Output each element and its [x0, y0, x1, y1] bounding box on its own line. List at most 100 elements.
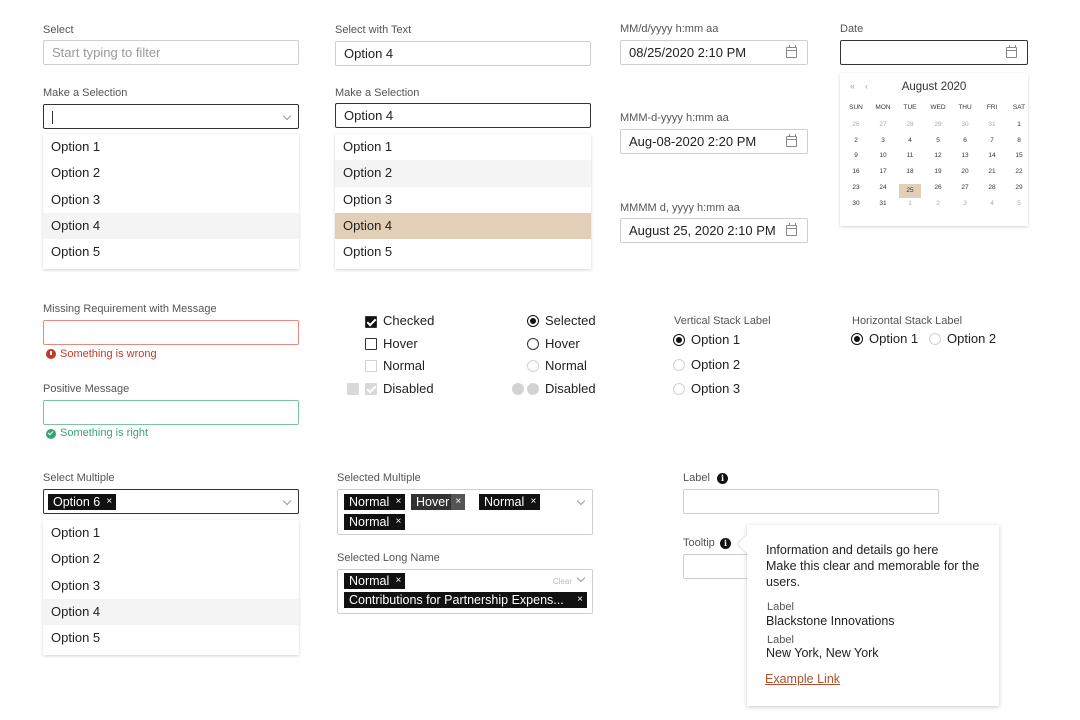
calendar-day[interactable]: 31: [981, 121, 1003, 128]
calendar-day[interactable]: 28: [981, 184, 1003, 191]
calendar-day[interactable]: 14: [981, 152, 1003, 159]
example-link[interactable]: Example Link: [765, 672, 840, 686]
calendar-day[interactable]: 17: [872, 168, 894, 175]
calendar-day-selected[interactable]: 25: [899, 183, 921, 198]
info-icon[interactable]: i: [720, 538, 731, 549]
calendar-day[interactable]: 13: [954, 152, 976, 159]
calendar-day[interactable]: 30: [954, 121, 976, 128]
calendar-day[interactable]: 20: [954, 168, 976, 175]
checkbox-checked[interactable]: [365, 316, 377, 328]
calendar-day[interactable]: 15: [1008, 152, 1030, 159]
chevron-down-icon[interactable]: [282, 496, 292, 506]
menu-option[interactable]: Option 1: [43, 520, 299, 546]
calendar-day[interactable]: 12: [927, 152, 949, 159]
calendar-day[interactable]: 4: [981, 200, 1003, 207]
calendar-day[interactable]: 24: [872, 184, 894, 191]
datetime-3-input[interactable]: August 25, 2020 2:10 PM: [620, 218, 808, 243]
radio-vertical-2[interactable]: [673, 359, 685, 371]
checkbox-normal[interactable]: [365, 360, 377, 372]
positive-input[interactable]: [43, 400, 299, 425]
tooltip-field-input[interactable]: [683, 554, 753, 579]
date-input[interactable]: [840, 40, 1028, 65]
calendar-icon[interactable]: [1006, 45, 1017, 58]
calendar-day[interactable]: 26: [927, 184, 949, 191]
calendar-day[interactable]: 31: [872, 200, 894, 207]
chevron-down-icon[interactable]: [576, 573, 586, 583]
calendar-day[interactable]: 16: [845, 168, 867, 175]
calendar-day[interactable]: 18: [899, 168, 921, 175]
calendar-day[interactable]: 21: [981, 168, 1003, 175]
radio-normal[interactable]: [527, 360, 539, 372]
calendar-day[interactable]: 28: [899, 121, 921, 128]
select-input[interactable]: Start typing to filter: [43, 40, 299, 65]
calendar-day[interactable]: 3: [872, 137, 894, 144]
calendar-day[interactable]: 8: [1008, 137, 1030, 144]
chip-long[interactable]: Contributions for Partnership Expens... ×: [344, 592, 587, 608]
calendar-day[interactable]: 26: [845, 121, 867, 128]
radio-horizontal-1[interactable]: [851, 333, 863, 345]
menu-option[interactable]: Option 1: [335, 134, 591, 160]
calendar-day[interactable]: 27: [872, 121, 894, 128]
calendar-day[interactable]: 2: [927, 200, 949, 207]
close-icon[interactable]: ×: [395, 494, 401, 510]
close-icon[interactable]: ×: [395, 573, 401, 589]
chip[interactable]: Normal ×: [344, 494, 406, 510]
calendar-day[interactable]: 9: [845, 152, 867, 159]
calendar-day[interactable]: 22: [1008, 168, 1030, 175]
chevron-down-icon[interactable]: [282, 111, 292, 121]
chevron-down-icon[interactable]: [576, 496, 586, 506]
radio-selected[interactable]: [527, 315, 539, 327]
calendar-day[interactable]: 7: [981, 137, 1003, 144]
calendar-day[interactable]: 4: [899, 137, 921, 144]
calendar-day[interactable]: 27: [954, 184, 976, 191]
calendar-day[interactable]: 19: [927, 168, 949, 175]
missing-input[interactable]: [43, 320, 299, 345]
close-icon[interactable]: ×: [395, 514, 401, 530]
menu-option[interactable]: Option 5: [43, 239, 299, 265]
clear-button[interactable]: Clear: [553, 570, 572, 593]
menu-option[interactable]: Option 4: [43, 598, 299, 626]
menu-option[interactable]: Option 2: [43, 546, 299, 572]
chip[interactable]: Normal ×: [479, 494, 541, 510]
info-icon[interactable]: i: [717, 473, 728, 484]
calendar-day[interactable]: 29: [1008, 184, 1030, 191]
calendar-icon[interactable]: [786, 45, 797, 58]
calendar-day[interactable]: 5: [927, 137, 949, 144]
calendar-icon[interactable]: [786, 134, 797, 147]
calendar-day[interactable]: 6: [954, 137, 976, 144]
menu-option[interactable]: Option 1: [43, 134, 299, 160]
datetime-2-input[interactable]: Aug-08-2020 2:20 PM: [620, 129, 808, 154]
menu-option[interactable]: Option 2: [43, 160, 299, 186]
datetime-1-input[interactable]: 08/25/2020 2:10 PM: [620, 40, 808, 65]
calendar-day[interactable]: 3: [954, 200, 976, 207]
calendar-day[interactable]: 10: [872, 152, 894, 159]
make-selection-input[interactable]: [43, 104, 299, 129]
menu-option[interactable]: Option 3: [43, 573, 299, 599]
menu-option[interactable]: Option 5: [43, 625, 299, 651]
menu-option[interactable]: Option 2: [335, 160, 591, 187]
calendar-day[interactable]: 11: [899, 152, 921, 159]
menu-option[interactable]: Option 3: [335, 187, 591, 213]
calendar-day[interactable]: 1: [899, 200, 921, 207]
radio-hover[interactable]: [527, 338, 539, 350]
calendar-day[interactable]: 2: [845, 137, 867, 144]
label-field-input[interactable]: [683, 489, 939, 514]
calendar-day[interactable]: 5: [1008, 200, 1030, 207]
chip[interactable]: Option 6 ×: [48, 494, 117, 510]
radio-vertical-3[interactable]: [673, 383, 685, 395]
make-selection-input-2[interactable]: Option 4: [335, 103, 591, 128]
select-with-text-input[interactable]: Option 4: [335, 41, 591, 66]
checkbox-hover[interactable]: [365, 338, 377, 350]
menu-option-selected[interactable]: Option 4: [335, 212, 591, 240]
close-icon[interactable]: ×: [451, 494, 466, 510]
menu-option[interactable]: Option 5: [335, 239, 591, 265]
menu-option[interactable]: Option 3: [43, 187, 299, 213]
menu-option[interactable]: Option 4: [43, 212, 299, 240]
chip-hover[interactable]: Hover ×: [411, 494, 466, 510]
close-icon[interactable]: ×: [577, 592, 583, 608]
radio-horizontal-2[interactable]: [929, 333, 941, 345]
calendar-day[interactable]: 23: [845, 184, 867, 191]
calendar-icon[interactable]: [786, 223, 797, 236]
close-icon[interactable]: ×: [106, 494, 112, 510]
chip[interactable]: Normal ×: [344, 573, 406, 589]
